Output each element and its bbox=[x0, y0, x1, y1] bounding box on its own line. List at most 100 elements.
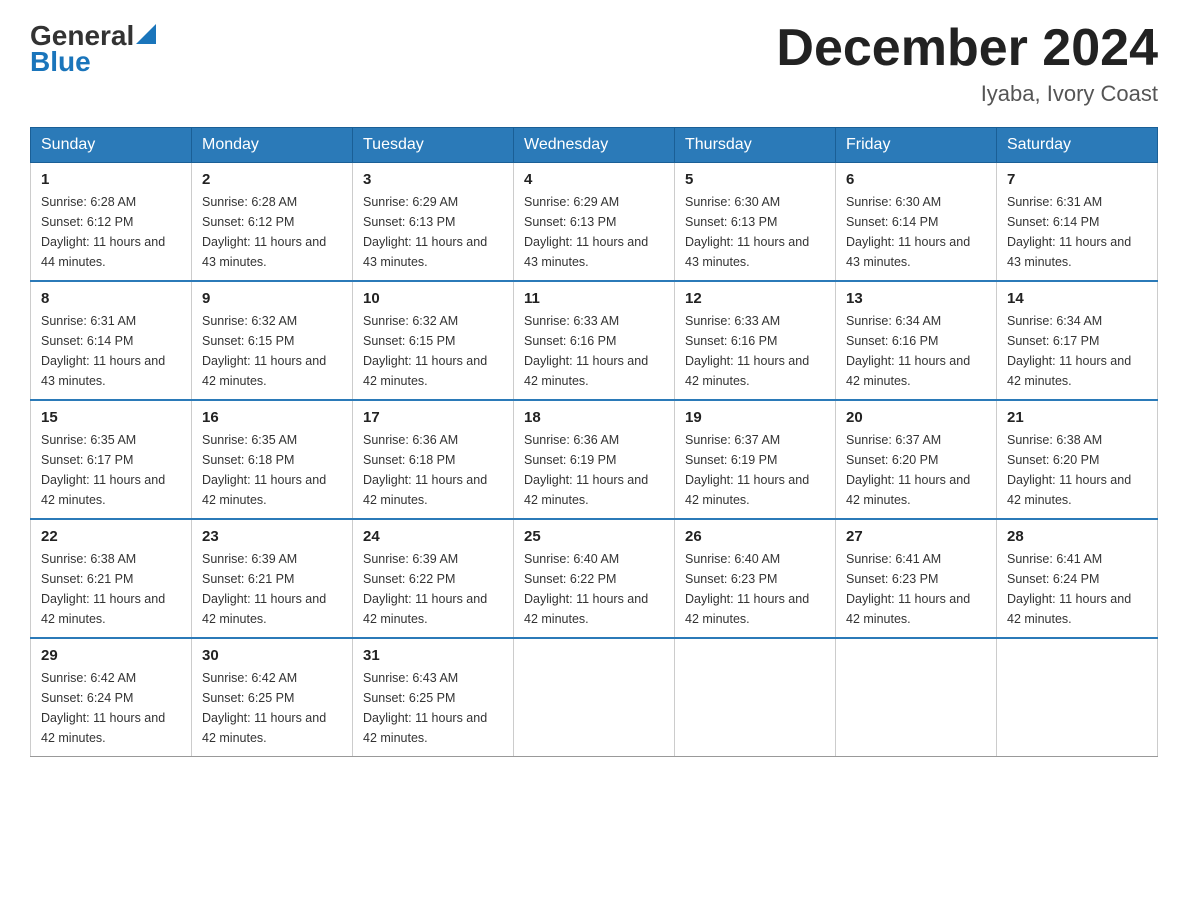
day-number: 18 bbox=[524, 409, 664, 426]
day-number: 22 bbox=[41, 528, 181, 545]
calendar-day-cell: 20 Sunrise: 6:37 AMSunset: 6:20 PMDayligh… bbox=[836, 400, 997, 519]
day-info: Sunrise: 6:35 AMSunset: 6:17 PMDaylight:… bbox=[41, 430, 181, 510]
calendar-day-cell: 15 Sunrise: 6:35 AMSunset: 6:17 PMDayligh… bbox=[31, 400, 192, 519]
day-header-friday: Friday bbox=[836, 128, 997, 163]
day-number: 28 bbox=[1007, 528, 1147, 545]
day-header-saturday: Saturday bbox=[997, 128, 1158, 163]
calendar-day-cell: 5Sunrise: 6:30 AMSunset: 6:13 PMDaylight… bbox=[675, 163, 836, 282]
logo-triangle-icon bbox=[136, 24, 156, 44]
calendar-week-row: 8 Sunrise: 6:31 AMSunset: 6:14 PMDaylight… bbox=[31, 281, 1158, 400]
day-info: Sunrise: 6:40 AMSunset: 6:22 PMDaylight:… bbox=[524, 549, 664, 629]
day-info: Sunrise: 6:28 AMSunset: 6:12 PMDaylight:… bbox=[41, 192, 181, 272]
calendar-day-cell: 26Sunrise: 6:40 AMSunset: 6:23 PMDayligh… bbox=[675, 519, 836, 638]
calendar-day-cell: 23Sunrise: 6:39 AMSunset: 6:21 PMDayligh… bbox=[192, 519, 353, 638]
day-info: Sunrise: 6:30 AMSunset: 6:14 PMDaylight:… bbox=[846, 192, 986, 272]
day-number: 20 bbox=[846, 409, 986, 426]
calendar-day-cell: 2Sunrise: 6:28 AMSunset: 6:12 PMDaylight… bbox=[192, 163, 353, 282]
day-info: Sunrise: 6:37 AMSunset: 6:20 PMDaylight:… bbox=[846, 430, 986, 510]
calendar-day-cell: 4 Sunrise: 6:29 AMSunset: 6:13 PMDaylight… bbox=[514, 163, 675, 282]
calendar-day-cell: 29 Sunrise: 6:42 AMSunset: 6:24 PMDayligh… bbox=[31, 638, 192, 757]
logo-text-blue: Blue bbox=[30, 46, 91, 78]
day-number: 30 bbox=[202, 647, 342, 664]
day-number: 14 bbox=[1007, 290, 1147, 307]
day-number: 16 bbox=[202, 409, 342, 426]
day-number: 13 bbox=[846, 290, 986, 307]
day-number: 26 bbox=[685, 528, 825, 545]
day-info: Sunrise: 6:29 AMSunset: 6:13 PMDaylight:… bbox=[524, 192, 664, 272]
day-number: 5 bbox=[685, 171, 825, 188]
day-info: Sunrise: 6:36 AMSunset: 6:18 PMDaylight:… bbox=[363, 430, 503, 510]
calendar-day-cell bbox=[514, 638, 675, 757]
calendar-week-row: 22 Sunrise: 6:38 AMSunset: 6:21 PMDayligh… bbox=[31, 519, 1158, 638]
calendar-day-cell: 28Sunrise: 6:41 AMSunset: 6:24 PMDayligh… bbox=[997, 519, 1158, 638]
day-info: Sunrise: 6:32 AMSunset: 6:15 PMDaylight:… bbox=[202, 311, 342, 391]
day-info: Sunrise: 6:43 AMSunset: 6:25 PMDaylight:… bbox=[363, 668, 503, 748]
day-info: Sunrise: 6:41 AMSunset: 6:23 PMDaylight:… bbox=[846, 549, 986, 629]
day-number: 21 bbox=[1007, 409, 1147, 426]
calendar-header-row: SundayMondayTuesdayWednesdayThursdayFrid… bbox=[31, 128, 1158, 163]
day-info: Sunrise: 6:42 AMSunset: 6:25 PMDaylight:… bbox=[202, 668, 342, 748]
calendar-week-row: 1 Sunrise: 6:28 AMSunset: 6:12 PMDaylight… bbox=[31, 163, 1158, 282]
day-info: Sunrise: 6:32 AMSunset: 6:15 PMDaylight:… bbox=[363, 311, 503, 391]
day-number: 9 bbox=[202, 290, 342, 307]
calendar-week-row: 15 Sunrise: 6:35 AMSunset: 6:17 PMDayligh… bbox=[31, 400, 1158, 519]
page-header: General Blue December 2024 Iyaba, Ivory … bbox=[30, 20, 1158, 107]
day-info: Sunrise: 6:39 AMSunset: 6:22 PMDaylight:… bbox=[363, 549, 503, 629]
calendar-day-cell: 1 Sunrise: 6:28 AMSunset: 6:12 PMDaylight… bbox=[31, 163, 192, 282]
calendar-day-cell: 31 Sunrise: 6:43 AMSunset: 6:25 PMDayligh… bbox=[353, 638, 514, 757]
day-number: 29 bbox=[41, 647, 181, 664]
day-info: Sunrise: 6:39 AMSunset: 6:21 PMDaylight:… bbox=[202, 549, 342, 629]
calendar-day-cell: 11 Sunrise: 6:33 AMSunset: 6:16 PMDayligh… bbox=[514, 281, 675, 400]
calendar-day-cell: 18Sunrise: 6:36 AMSunset: 6:19 PMDayligh… bbox=[514, 400, 675, 519]
calendar-day-cell: 3 Sunrise: 6:29 AMSunset: 6:13 PMDaylight… bbox=[353, 163, 514, 282]
calendar-day-cell: 30 Sunrise: 6:42 AMSunset: 6:25 PMDayligh… bbox=[192, 638, 353, 757]
calendar-day-cell: 6 Sunrise: 6:30 AMSunset: 6:14 PMDaylight… bbox=[836, 163, 997, 282]
calendar-day-cell: 24Sunrise: 6:39 AMSunset: 6:22 PMDayligh… bbox=[353, 519, 514, 638]
calendar-day-cell: 22 Sunrise: 6:38 AMSunset: 6:21 PMDayligh… bbox=[31, 519, 192, 638]
day-header-monday: Monday bbox=[192, 128, 353, 163]
calendar-day-cell: 19 Sunrise: 6:37 AMSunset: 6:19 PMDayligh… bbox=[675, 400, 836, 519]
calendar-day-cell: 8 Sunrise: 6:31 AMSunset: 6:14 PMDaylight… bbox=[31, 281, 192, 400]
day-number: 8 bbox=[41, 290, 181, 307]
day-info: Sunrise: 6:33 AMSunset: 6:16 PMDaylight:… bbox=[685, 311, 825, 391]
day-number: 2 bbox=[202, 171, 342, 188]
calendar-day-cell: 13 Sunrise: 6:34 AMSunset: 6:16 PMDayligh… bbox=[836, 281, 997, 400]
calendar-day-cell: 14 Sunrise: 6:34 AMSunset: 6:17 PMDayligh… bbox=[997, 281, 1158, 400]
calendar-day-cell: 10Sunrise: 6:32 AMSunset: 6:15 PMDayligh… bbox=[353, 281, 514, 400]
calendar-day-cell: 12 Sunrise: 6:33 AMSunset: 6:16 PMDayligh… bbox=[675, 281, 836, 400]
day-number: 19 bbox=[685, 409, 825, 426]
title-block: December 2024 Iyaba, Ivory Coast bbox=[776, 20, 1158, 107]
day-number: 7 bbox=[1007, 171, 1147, 188]
day-number: 31 bbox=[363, 647, 503, 664]
day-number: 11 bbox=[524, 290, 664, 307]
day-info: Sunrise: 6:31 AMSunset: 6:14 PMDaylight:… bbox=[41, 311, 181, 391]
day-number: 1 bbox=[41, 171, 181, 188]
day-number: 3 bbox=[363, 171, 503, 188]
day-info: Sunrise: 6:34 AMSunset: 6:17 PMDaylight:… bbox=[1007, 311, 1147, 391]
calendar-day-cell: 25Sunrise: 6:40 AMSunset: 6:22 PMDayligh… bbox=[514, 519, 675, 638]
day-header-tuesday: Tuesday bbox=[353, 128, 514, 163]
calendar-day-cell bbox=[836, 638, 997, 757]
location: Iyaba, Ivory Coast bbox=[776, 81, 1158, 107]
logo: General Blue bbox=[30, 20, 156, 78]
calendar-day-cell: 27 Sunrise: 6:41 AMSunset: 6:23 PMDayligh… bbox=[836, 519, 997, 638]
day-info: Sunrise: 6:38 AMSunset: 6:21 PMDaylight:… bbox=[41, 549, 181, 629]
day-info: Sunrise: 6:42 AMSunset: 6:24 PMDaylight:… bbox=[41, 668, 181, 748]
day-number: 15 bbox=[41, 409, 181, 426]
day-info: Sunrise: 6:34 AMSunset: 6:16 PMDaylight:… bbox=[846, 311, 986, 391]
calendar-table: SundayMondayTuesdayWednesdayThursdayFrid… bbox=[30, 127, 1158, 757]
day-header-wednesday: Wednesday bbox=[514, 128, 675, 163]
day-info: Sunrise: 6:38 AMSunset: 6:20 PMDaylight:… bbox=[1007, 430, 1147, 510]
day-info: Sunrise: 6:33 AMSunset: 6:16 PMDaylight:… bbox=[524, 311, 664, 391]
day-info: Sunrise: 6:29 AMSunset: 6:13 PMDaylight:… bbox=[363, 192, 503, 272]
day-info: Sunrise: 6:37 AMSunset: 6:19 PMDaylight:… bbox=[685, 430, 825, 510]
day-number: 6 bbox=[846, 171, 986, 188]
day-number: 27 bbox=[846, 528, 986, 545]
calendar-day-cell: 17Sunrise: 6:36 AMSunset: 6:18 PMDayligh… bbox=[353, 400, 514, 519]
day-info: Sunrise: 6:35 AMSunset: 6:18 PMDaylight:… bbox=[202, 430, 342, 510]
calendar-day-cell: 21 Sunrise: 6:38 AMSunset: 6:20 PMDayligh… bbox=[997, 400, 1158, 519]
day-number: 4 bbox=[524, 171, 664, 188]
day-number: 12 bbox=[685, 290, 825, 307]
calendar-week-row: 29 Sunrise: 6:42 AMSunset: 6:24 PMDayligh… bbox=[31, 638, 1158, 757]
day-header-thursday: Thursday bbox=[675, 128, 836, 163]
